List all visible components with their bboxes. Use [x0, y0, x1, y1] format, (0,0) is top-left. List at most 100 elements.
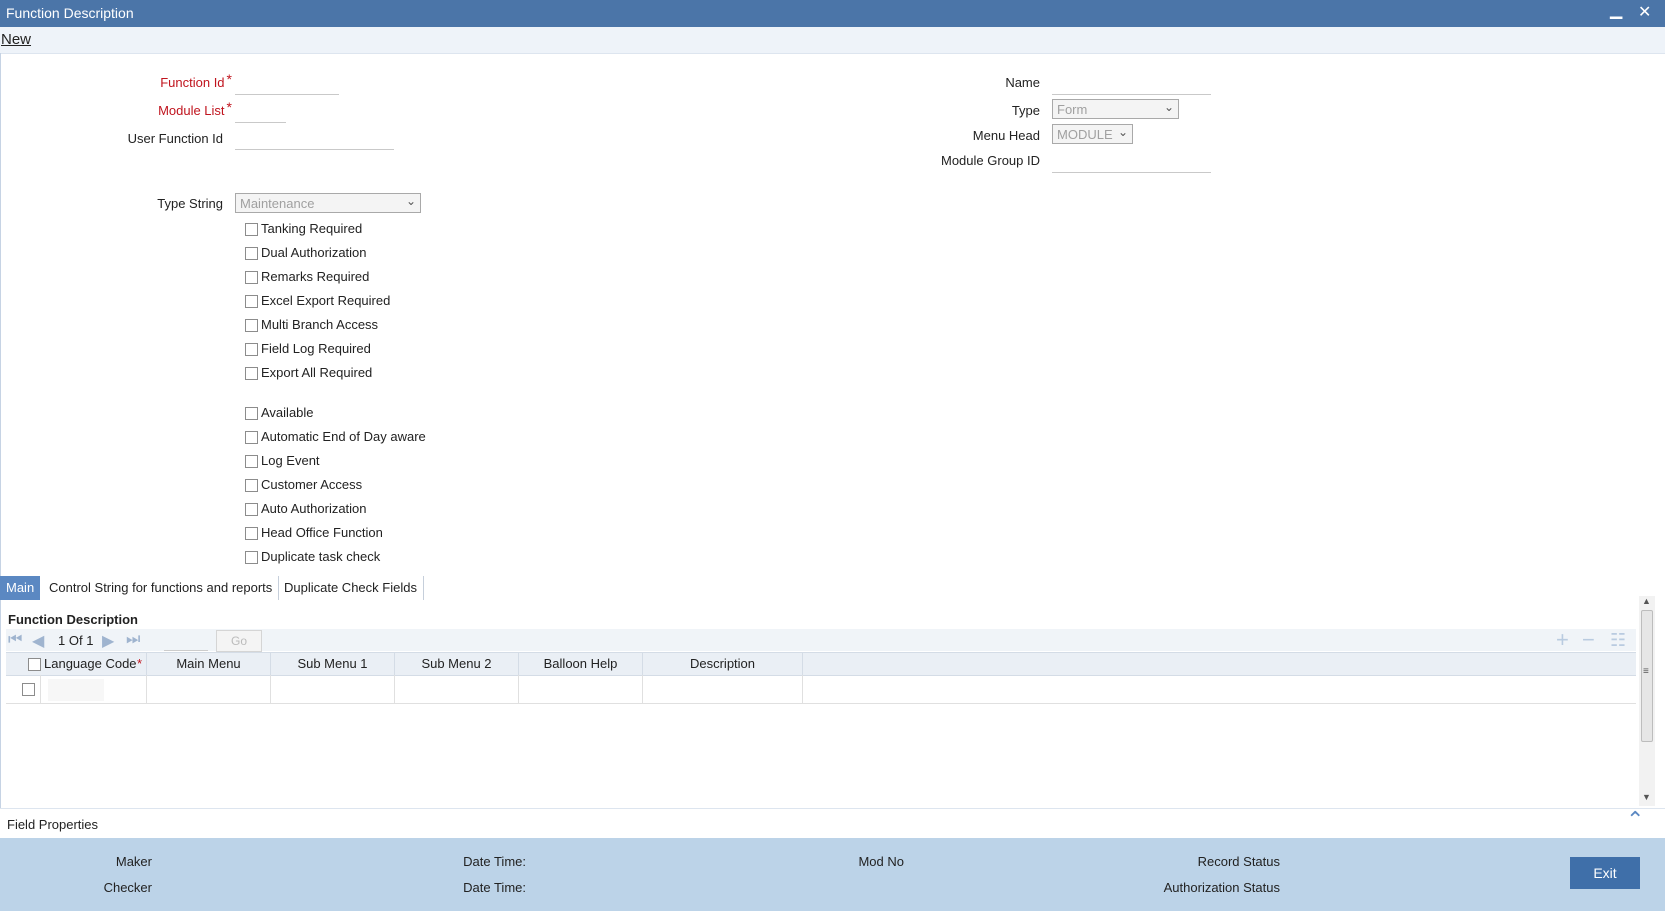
window-title: Function Description	[6, 5, 134, 21]
chevron-down-icon: ⌄	[1163, 100, 1174, 114]
page-current: 1	[58, 633, 66, 648]
checker-label: Checker	[103, 880, 152, 895]
user-function-id-input[interactable]	[235, 129, 394, 150]
chevron-down-icon: ⌄	[1117, 125, 1128, 139]
type-string-value: Maintenance	[240, 196, 315, 211]
cell-description[interactable]	[643, 675, 803, 703]
user-function-id-label: User Function Id	[127, 131, 223, 146]
minimize-icon[interactable]: ▁	[1610, 0, 1622, 20]
record-status-label: Record Status	[1197, 854, 1280, 869]
page-number-input[interactable]	[164, 632, 208, 651]
last-page-icon[interactable]: ⏭	[126, 631, 140, 649]
multi-view-icon[interactable]: ☷	[1610, 630, 1626, 650]
cell-sub-menu-2[interactable]	[395, 675, 519, 703]
type-select[interactable]: Form ⌄	[1052, 99, 1179, 119]
checkbox-label: Dual Authorization	[261, 245, 367, 260]
menu-head-value: MODULE	[1057, 127, 1113, 142]
go-button[interactable]: Go	[216, 630, 262, 652]
grid-header: Language Code * Main Menu Sub Menu 1 Sub…	[6, 652, 1636, 676]
header-balloon-help: Balloon Help	[519, 653, 643, 675]
cell-sub-menu-1[interactable]	[271, 675, 395, 703]
checkbox-box[interactable]	[245, 319, 258, 332]
checkbox-label: Tanking Required	[261, 221, 363, 236]
mod-no-label: Mod No	[858, 854, 904, 869]
checkbox-label: Available	[261, 405, 314, 420]
checkbox-box[interactable]	[245, 295, 258, 308]
name-input[interactable]	[1052, 74, 1211, 95]
checkbox-label: Multi Branch Access	[261, 317, 379, 332]
grid-section-title: Function Description	[8, 612, 138, 627]
checkbox-label: Auto Authorization	[261, 501, 367, 516]
tab-main[interactable]: Main	[0, 576, 41, 600]
page-info: 1 Of 1	[58, 633, 93, 648]
cell-main-menu[interactable]	[147, 675, 271, 703]
cell-balloon-help[interactable]	[519, 675, 643, 703]
window-titlebar: Function Description ▁ ✕	[0, 0, 1665, 27]
checkbox-label: Automatic End of Day aware	[261, 429, 426, 444]
module-list-label: Module List *	[158, 99, 232, 118]
field-properties-bar: Field Properties ⌃	[0, 807, 1665, 839]
header-sub-menu-1: Sub Menu 1	[271, 653, 395, 675]
checkbox-label: Field Log Required	[261, 341, 371, 356]
checkbox-box[interactable]	[245, 479, 258, 492]
header-language-code: Language Code *	[6, 653, 147, 675]
header-description: Description	[643, 653, 803, 675]
module-group-id-input[interactable]	[1052, 152, 1211, 173]
checkbox-label: Export All Required	[261, 365, 373, 380]
checkbox-box[interactable]	[245, 431, 258, 444]
menu-head-label: Menu Head	[972, 128, 1040, 143]
checkbox-label: Head Office Function	[261, 525, 383, 540]
tab-control-string[interactable]: Control String for functions and reports	[43, 576, 280, 600]
close-icon[interactable]: ✕	[1638, 2, 1651, 22]
prev-page-icon[interactable]: ◀	[32, 631, 44, 651]
checkbox-box[interactable]	[245, 503, 258, 516]
column-label: Language Code	[44, 656, 137, 671]
checkbox-box[interactable]	[245, 455, 258, 468]
header-sub-menu-2: Sub Menu 2	[395, 653, 519, 675]
add-row-icon[interactable]: +	[1556, 629, 1569, 651]
language-code-input[interactable]	[48, 679, 104, 701]
new-link[interactable]: New	[1, 31, 31, 48]
tab-duplicate-check-fields[interactable]: Duplicate Check Fields	[278, 576, 424, 600]
maker-date-time-label: Date Time:	[463, 854, 526, 869]
checkbox-box[interactable]	[245, 367, 258, 380]
delete-row-icon[interactable]: −	[1582, 629, 1595, 651]
type-string-label: Type String	[157, 196, 223, 211]
maker-label: Maker	[115, 854, 152, 869]
type-string-select[interactable]: Maintenance ⌄	[235, 193, 421, 213]
row-select-cell	[6, 675, 41, 703]
page-of: Of	[68, 633, 83, 648]
type-label: Type	[1011, 103, 1040, 118]
next-page-icon[interactable]: ▶	[102, 631, 114, 651]
collapse-icon[interactable]: ⌃	[1626, 807, 1644, 833]
row-checkbox[interactable]	[22, 683, 35, 696]
checkbox-box[interactable]	[245, 223, 258, 236]
exit-button[interactable]: Exit	[1570, 857, 1640, 889]
select-all-checkbox[interactable]	[28, 658, 41, 671]
scroll-down-icon[interactable]: ▼	[1642, 792, 1651, 802]
authorization-status-label: Authorization Status	[1163, 880, 1280, 895]
module-list-input[interactable]	[235, 102, 286, 123]
checkbox-box[interactable]	[245, 407, 258, 420]
checkbox-box[interactable]	[245, 271, 258, 284]
module-group-id-label: Module Group ID	[941, 153, 1040, 168]
checkbox-label: Duplicate task check	[261, 549, 381, 564]
menu-head-select[interactable]: MODULE ⌄	[1052, 124, 1133, 144]
checkbox-label: Remarks Required	[261, 269, 370, 284]
checkbox-box[interactable]	[245, 527, 258, 540]
required-star: *	[137, 656, 143, 671]
checkbox-box[interactable]	[245, 247, 258, 260]
toolbar: New	[0, 27, 1665, 54]
scroll-up-icon[interactable]: ▲	[1642, 596, 1651, 606]
first-page-icon[interactable]: ⏮	[8, 631, 22, 649]
type-value: Form	[1057, 102, 1088, 117]
function-id-label: Function Id *	[160, 71, 232, 90]
checkbox-box[interactable]	[245, 551, 258, 564]
grid-pager: ⏮ ◀ 1 Of 1 ▶ ⏭ Go + − ☷	[6, 629, 1636, 652]
function-id-input[interactable]	[235, 74, 339, 95]
grid-vertical-scrollbar[interactable]: ▲ ≡ ▼	[1639, 596, 1655, 806]
header-main-menu: Main Menu	[147, 653, 271, 675]
checkbox-label: Excel Export Required	[261, 293, 391, 308]
checkbox-box[interactable]	[245, 343, 258, 356]
checkbox-label: Log Event	[261, 453, 320, 468]
